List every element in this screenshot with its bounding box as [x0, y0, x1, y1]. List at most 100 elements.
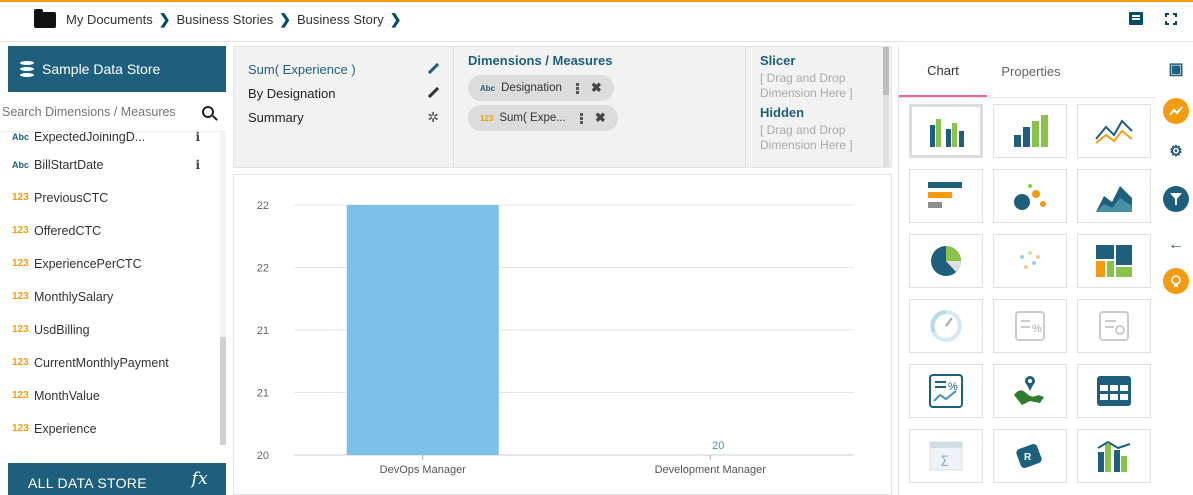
kebab-menu-icon[interactable] — [575, 82, 579, 94]
column-bar-tile[interactable] — [993, 104, 1067, 158]
area-chart-icon — [1096, 186, 1132, 212]
kpi-progress-tile[interactable] — [1077, 299, 1151, 353]
line-chart-tile[interactable] — [1077, 104, 1151, 158]
bar[interactable] — [346, 205, 499, 455]
title-row: Sum( Experience ) — [248, 57, 439, 81]
clustered-bar-icon — [930, 119, 964, 147]
save-icon[interactable]: ▣ — [1163, 56, 1189, 82]
slicer-drop-zone[interactable]: [ Drag and Drop Dimension Here ] — [760, 71, 877, 103]
trend-kpi-tile[interactable]: % — [909, 364, 983, 418]
all-data-store-label: ALL DATA STORE — [28, 475, 147, 491]
comment-icon[interactable] — [1129, 12, 1143, 25]
field-type-label: 123 — [12, 390, 29, 401]
chart-type-panel: Chart Properties % % Σ R — [898, 46, 1156, 495]
measure-chip[interactable]: 123 Sum( Expe... ✖ — [468, 105, 618, 131]
kebab-menu-icon[interactable] — [579, 112, 583, 124]
breadcrumb-my-documents[interactable]: My Documents — [66, 12, 153, 27]
scrollbar-thumb[interactable] — [220, 337, 226, 445]
bulb-icon[interactable] — [1163, 268, 1189, 294]
clustered-bar-tile[interactable] — [909, 104, 983, 158]
close-icon[interactable]: ✖ — [591, 80, 602, 96]
list-item[interactable]: 123 OfferedCTC — [8, 214, 226, 247]
breadcrumb-business-stories[interactable]: Business Stories — [176, 12, 273, 27]
list-item[interactable]: 123 CurrentMonthlyPayment — [8, 346, 226, 379]
bubble-chart-tile[interactable] — [993, 169, 1067, 223]
mixed-chart-tile[interactable] — [1077, 429, 1151, 483]
chart-title-text: Sum( Experience ) — [248, 61, 356, 77]
list-item[interactable]: 123 PreviousCTC — [8, 181, 226, 214]
summation-tile[interactable]: Σ — [909, 429, 983, 483]
bar-chart: 20 21 21 22 22 DevOps Manager Development Mana… — [257, 200, 854, 476]
list-item[interactable]: Abc BillStartDate i — [8, 148, 226, 181]
chart-canvas: 20 21 21 22 22 DevOps Manager Development Mana… — [233, 174, 892, 495]
field-name: OfferedCTC — [34, 223, 102, 238]
list-item[interactable]: 123 UsdBilling — [8, 313, 226, 346]
back-arrow-icon[interactable]: ← — [1163, 232, 1189, 258]
summary-label: Summary — [248, 109, 304, 125]
geo-map-icon — [1014, 376, 1044, 405]
hidden-drop-zone[interactable]: [ Drag and Drop Dimension Here ] — [760, 123, 877, 155]
field-type-label: Abc — [480, 83, 496, 93]
folder-icon — [34, 8, 56, 28]
summary-row: Summary ✲ — [248, 105, 439, 129]
info-icon[interactable]: i — [195, 158, 200, 172]
r-chart-tile[interactable]: R — [993, 429, 1067, 483]
field-name: PreviousCTC — [34, 190, 109, 205]
edit-subtitle-icon[interactable] — [427, 87, 439, 99]
filter-icon[interactable] — [1163, 186, 1189, 212]
breadcrumb-business-story[interactable]: Business Story — [297, 12, 384, 27]
scatter-chart-tile[interactable] — [993, 234, 1067, 288]
search-input[interactable] — [2, 104, 200, 119]
x-tick-label: DevOps Manager — [380, 464, 467, 476]
scrollbar-thumb[interactable] — [883, 47, 889, 95]
action-icon-strip: ▣ ⚙ ← — [1159, 46, 1193, 495]
info-icon[interactable]: i — [195, 132, 200, 144]
horizontal-bar-tile[interactable] — [909, 169, 983, 223]
config-scrollbar[interactable] — [883, 47, 889, 167]
hidden-title: Hidden — [760, 105, 805, 120]
chart-icon[interactable] — [1163, 98, 1189, 124]
data-grid-tile[interactable] — [1077, 364, 1151, 418]
gear-icon[interactable]: ✲ — [427, 110, 439, 124]
field-name: ExperiencePerCTC — [34, 256, 142, 271]
close-icon[interactable]: ✖ — [595, 110, 606, 126]
chevron-right-icon: ❯ — [158, 11, 171, 27]
field-name: ExpectedJoiningD... — [34, 132, 146, 144]
kpi-percent-tile[interactable]: % — [993, 299, 1067, 353]
list-item[interactable]: 123 Experience — [8, 412, 226, 445]
panel-tabs: Chart Properties — [899, 46, 1156, 98]
sidebar-scrollbar[interactable] — [220, 132, 226, 445]
search-icon[interactable] — [202, 105, 214, 118]
geo-map-tile[interactable] — [993, 364, 1067, 418]
y-tick-label: 22 — [257, 200, 269, 212]
fullscreen-icon[interactable] — [1165, 12, 1177, 25]
list-item[interactable]: 123 MonthValue — [8, 379, 226, 412]
r-chart-icon: R — [1016, 443, 1042, 469]
svg-text:Σ: Σ — [940, 454, 949, 470]
chip-label: Sum( Expe... — [499, 112, 566, 124]
search-bar — [0, 92, 226, 132]
area-chart-tile[interactable] — [1077, 169, 1151, 223]
field-type-label: 123 — [480, 113, 494, 123]
y-tick-label: 20 — [257, 450, 269, 462]
all-data-store-button[interactable]: ALL DATA STORE fx — [8, 463, 226, 495]
chevron-right-icon: ❯ — [279, 11, 291, 27]
data-store-header[interactable]: Sample Data Store — [8, 46, 226, 92]
tab-chart[interactable]: Chart — [899, 46, 987, 97]
treemap-tile[interactable] — [1077, 234, 1151, 288]
settings-icon[interactable]: ⚙ — [1163, 138, 1189, 164]
field-name: UsdBilling — [34, 322, 90, 337]
formula-icon[interactable]: fx — [192, 469, 208, 489]
tab-properties[interactable]: Properties — [987, 46, 1075, 97]
dimension-chip[interactable]: Abc Designation ✖ — [468, 75, 614, 101]
gauge-tile[interactable] — [909, 299, 983, 353]
dimensions-measures-section: Dimensions / Measures Abc Designation ✖ … — [454, 47, 746, 167]
pie-chart-tile[interactable] — [909, 234, 983, 288]
edit-title-icon[interactable] — [427, 63, 439, 75]
field-type-label: Abc — [12, 159, 30, 170]
list-item[interactable]: 123 ExperiencePerCTC — [8, 247, 226, 280]
list-item[interactable]: Abc ExpectedJoiningD... i — [8, 132, 226, 148]
field-name: BillStartDate — [34, 157, 104, 172]
list-item[interactable]: 123 MonthlySalary — [8, 280, 226, 313]
gauge-icon — [930, 310, 962, 342]
